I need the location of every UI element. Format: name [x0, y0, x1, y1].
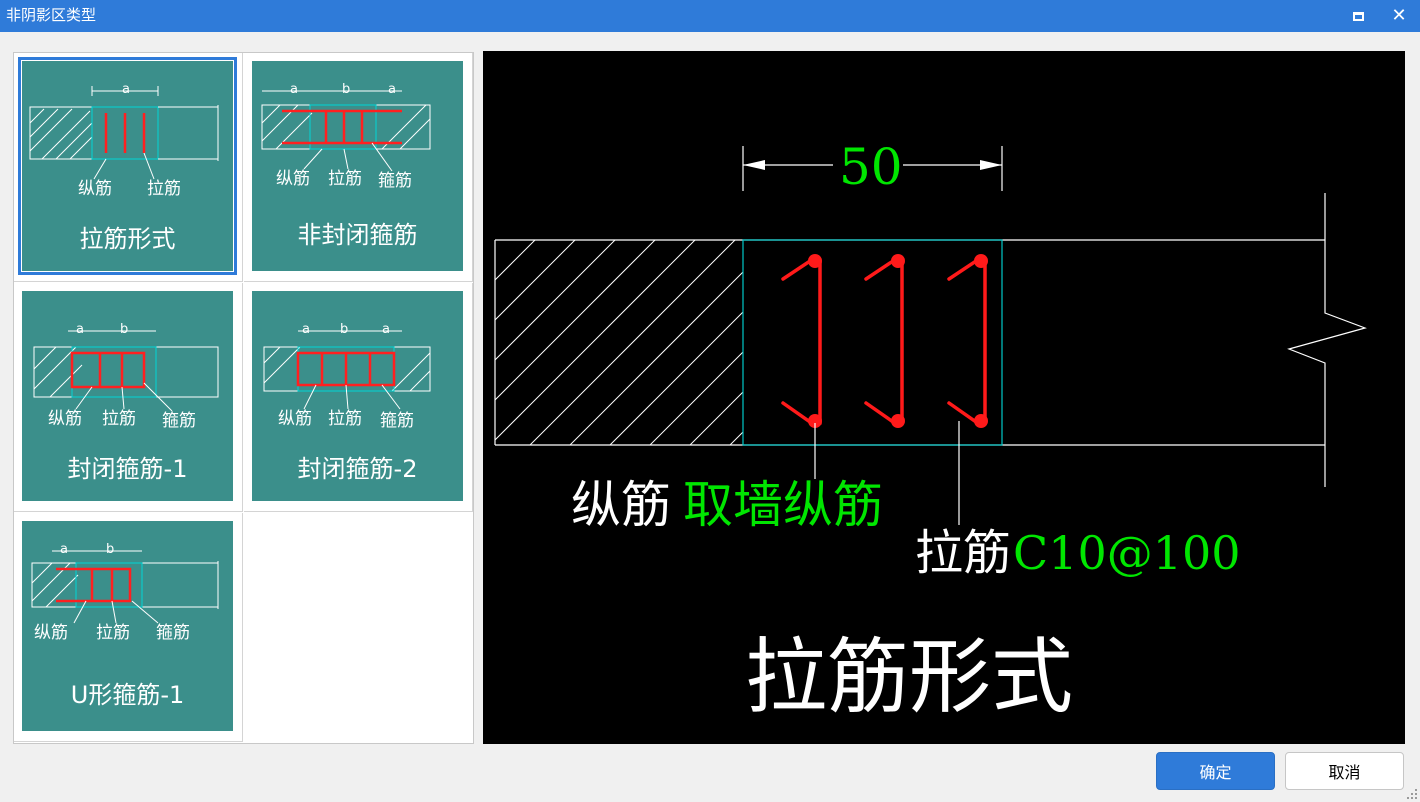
thumbnail-tie-form[interactable]: a 纵筋 拉筋 拉筋形式	[14, 53, 243, 282]
close-button[interactable]: ✕	[1386, 4, 1412, 28]
preview-dimension: 50	[839, 138, 903, 196]
type-thumbnail-grid: a 纵筋 拉筋 拉筋形式 a b a 纵筋 拉筋 箍筋 非封闭箍筋 a b 纵筋…	[13, 52, 474, 744]
label-stirrup: 箍筋	[378, 171, 412, 191]
dim-label: b	[106, 542, 115, 557]
thumbnail-caption: 封闭箍筋-1	[67, 455, 188, 483]
hatch-line	[494, 239, 536, 281]
thumbnail-card: a b 纵筋 拉筋 箍筋 封闭箍筋-1	[22, 291, 233, 501]
thumbnail-caption: U形箍筋-1	[70, 681, 185, 709]
thumbnail-card: a b a 纵筋 拉筋 箍筋 非封闭箍筋	[252, 61, 463, 271]
close-icon: ✕	[1391, 5, 1407, 26]
window-title: 非阴影区类型	[6, 6, 97, 24]
hatch-line	[609, 311, 744, 446]
maximize-button[interactable]	[1345, 4, 1371, 28]
preview-tie-label: 拉筋	[915, 525, 1012, 581]
hatch-line	[689, 391, 744, 446]
label-longitudinal: 纵筋	[34, 623, 68, 643]
dim-label: b	[340, 322, 349, 337]
thumbnail-caption: 非封闭箍筋	[297, 221, 418, 249]
cancel-button[interactable]: 取消	[1285, 752, 1404, 790]
label-stirrup: 箍筋	[162, 411, 196, 431]
label-longitudinal: 纵筋	[48, 409, 82, 429]
title-bar: 非阴影区类型 ✕	[0, 0, 1420, 32]
maximize-icon	[1352, 11, 1364, 21]
hatch-line	[494, 239, 576, 321]
dim-label: a	[76, 322, 84, 337]
hatch-line	[729, 431, 744, 446]
dim-label: a	[290, 82, 298, 97]
thumbnail-closed-stirrup-1[interactable]: a b 纵筋 拉筋 箍筋 封闭箍筋-1	[14, 283, 243, 512]
dim-label: a	[302, 322, 310, 337]
hatch-line	[494, 239, 696, 441]
ok-button[interactable]: 确定	[1156, 752, 1275, 790]
dim-label: a	[382, 322, 390, 337]
thumbnail-u-stirrup-1[interactable]: a b 纵筋 拉筋 箍筋 U形箍筋-1	[14, 513, 243, 742]
label-longitudinal: 纵筋	[78, 179, 112, 199]
thumbnail-caption: 拉筋形式	[79, 225, 176, 253]
label-tie: 拉筋	[102, 409, 136, 429]
thumbnail-closed-stirrup-2[interactable]: a b a 纵筋 拉筋 箍筋 封闭箍筋-2	[244, 283, 473, 512]
dim-label: b	[342, 82, 351, 97]
hatch-line	[494, 239, 616, 361]
thumbnail-card: a 纵筋 拉筋 拉筋形式	[18, 57, 237, 275]
preview-tie-value: C10@100	[1013, 526, 1241, 580]
label-longitudinal: 纵筋	[276, 169, 310, 189]
dim-label: a	[122, 82, 130, 97]
preview-longitudinal-label: 纵筋	[571, 476, 671, 534]
hatch-line	[569, 271, 744, 446]
dim-label: a	[60, 542, 68, 557]
thumbnail-card: a b a 纵筋 拉筋 箍筋 封闭箍筋-2	[252, 291, 463, 501]
label-stirrup: 箍筋	[156, 623, 190, 643]
hatch-line	[529, 239, 736, 446]
hatch-line	[649, 351, 744, 446]
thumbnail-open-stirrup[interactable]: a b a 纵筋 拉筋 箍筋 非封闭箍筋	[244, 53, 473, 282]
dim-label: a	[388, 82, 396, 97]
thumbnail-caption: 封闭箍筋-2	[297, 455, 418, 483]
hatch-line	[494, 239, 656, 401]
label-longitudinal: 纵筋	[278, 409, 312, 429]
label-tie: 拉筋	[147, 179, 181, 199]
label-tie: 拉筋	[96, 623, 130, 643]
label-tie: 拉筋	[328, 409, 362, 429]
preview-canvas: 50 纵筋 取墙纵筋 拉筋 C10@100 拉筋形式	[483, 51, 1405, 744]
resize-grip-icon[interactable]	[1407, 789, 1417, 799]
preview-caption: 拉筋形式	[745, 630, 1074, 725]
preview-longitudinal-value: 取墙纵筋	[683, 476, 883, 534]
thumbnail-card: a b 纵筋 拉筋 箍筋 U形箍筋-1	[22, 521, 233, 731]
dim-label: b	[120, 322, 129, 337]
label-tie: 拉筋	[328, 169, 362, 189]
label-stirrup: 箍筋	[380, 411, 414, 431]
